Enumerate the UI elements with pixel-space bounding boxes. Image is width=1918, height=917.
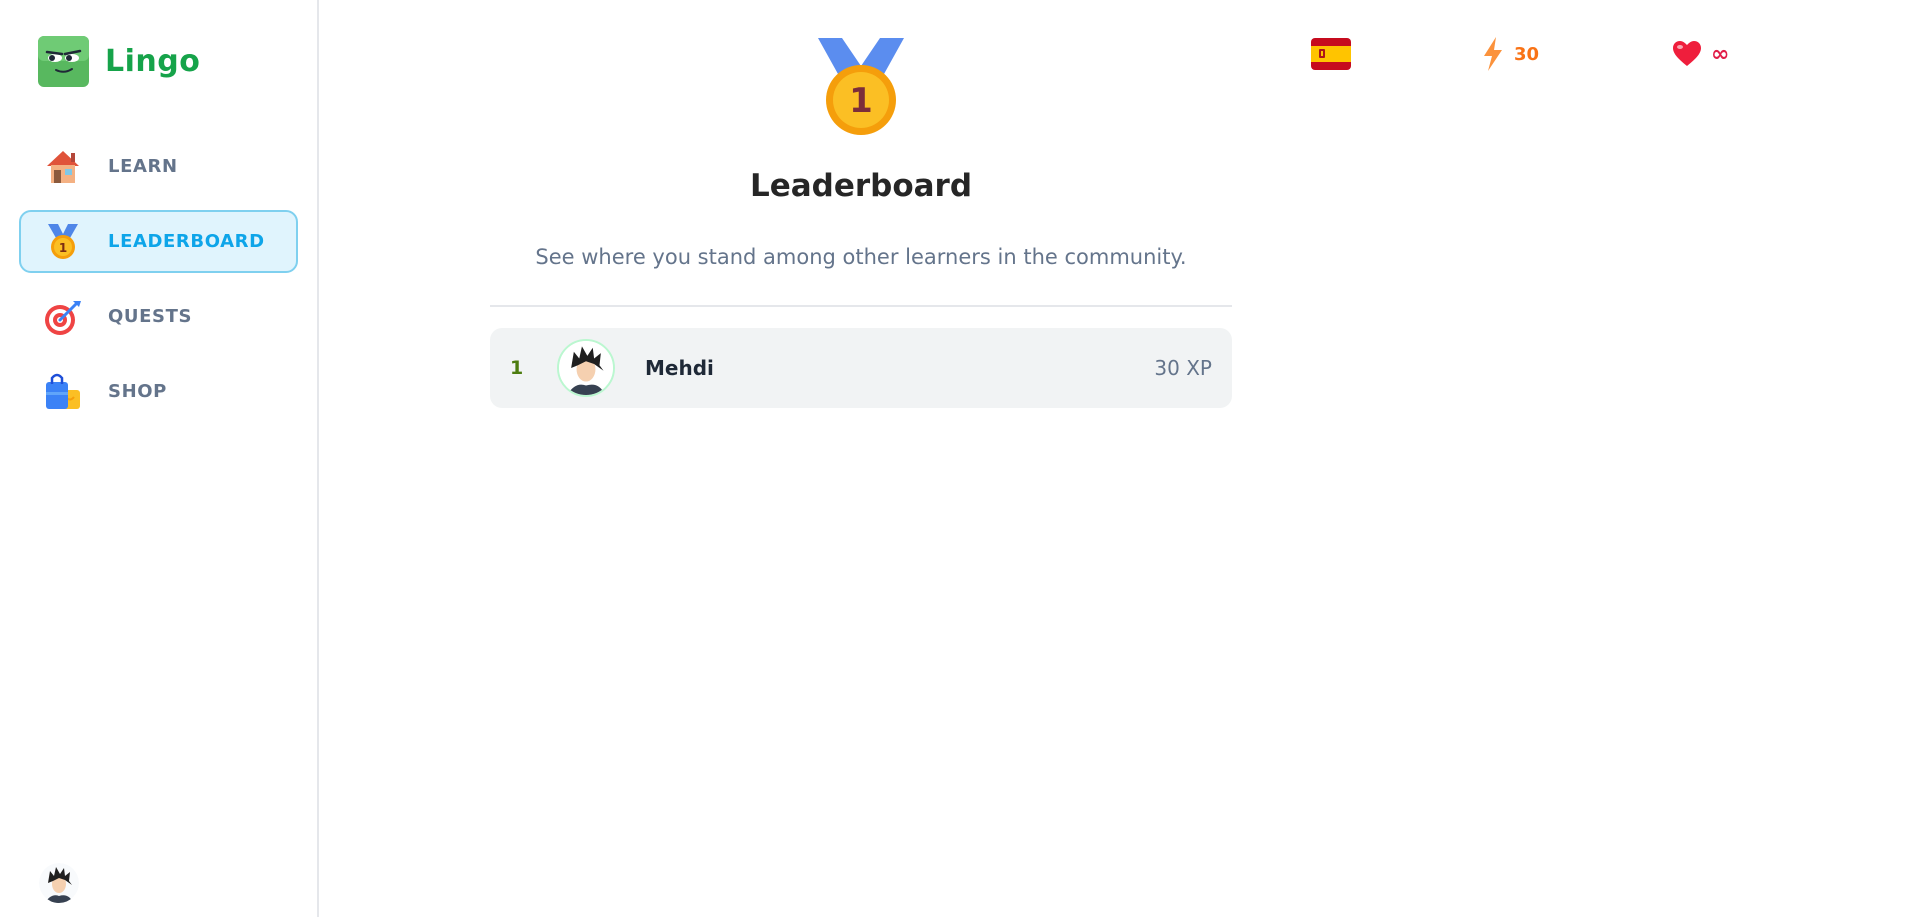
hearts-counter[interactable]: ∞ xyxy=(1673,36,1729,72)
hearts-value: ∞ xyxy=(1711,41,1730,67)
medal-icon: 1 xyxy=(41,220,85,264)
sidebar-item-quests[interactable]: QUESTS xyxy=(19,285,298,348)
target-icon xyxy=(41,295,85,339)
page-title: Leaderboard xyxy=(749,168,973,204)
avatar xyxy=(39,863,79,903)
learner-xp: 30 XP xyxy=(1154,356,1212,380)
svg-text:1: 1 xyxy=(59,241,67,255)
heart-icon xyxy=(1673,41,1701,66)
divider xyxy=(490,305,1232,307)
page-subtitle: See where you stand among other learners… xyxy=(535,245,1187,269)
sidebar-item-shop[interactable]: SHOP xyxy=(19,360,298,423)
sidebar-item-label: LEARN xyxy=(108,156,178,177)
house-icon xyxy=(41,145,85,189)
course-flag-button[interactable] xyxy=(1311,36,1351,72)
points-counter[interactable]: 30 xyxy=(1482,36,1539,72)
sidebar-item-label: QUESTS xyxy=(108,306,193,327)
sidebar-item-label: LEADERBOARD xyxy=(108,231,265,252)
sidebar-item-label: SHOP xyxy=(108,381,167,402)
shopping-bag-icon xyxy=(41,370,85,414)
brand-logo-link[interactable]: Lingo xyxy=(38,36,200,87)
user-avatar-button[interactable] xyxy=(39,863,79,903)
spain-flag-icon xyxy=(1311,38,1351,70)
lightning-icon xyxy=(1484,37,1502,71)
sidebar-item-leaderboard[interactable]: 1 LEADERBOARD xyxy=(19,210,298,273)
rank-number: 1 xyxy=(510,357,524,379)
points-value: 30 xyxy=(1514,43,1540,65)
app-name: Lingo xyxy=(105,44,201,79)
mascot-logo-icon xyxy=(38,36,89,87)
svg-text:1: 1 xyxy=(849,81,873,121)
avatar xyxy=(557,339,615,397)
sidebar: Lingo LEARN 1 LEADERBOARD QUESTS SHOP xyxy=(0,0,319,917)
sidebar-item-learn[interactable]: LEARN xyxy=(19,135,298,198)
medal-icon: 1 xyxy=(818,38,904,135)
table-row[interactable]: 1 Mehdi 30 XP xyxy=(490,328,1232,408)
sidebar-nav: LEARN 1 LEADERBOARD QUESTS SHOP xyxy=(19,135,298,435)
learner-name: Mehdi xyxy=(645,356,714,380)
